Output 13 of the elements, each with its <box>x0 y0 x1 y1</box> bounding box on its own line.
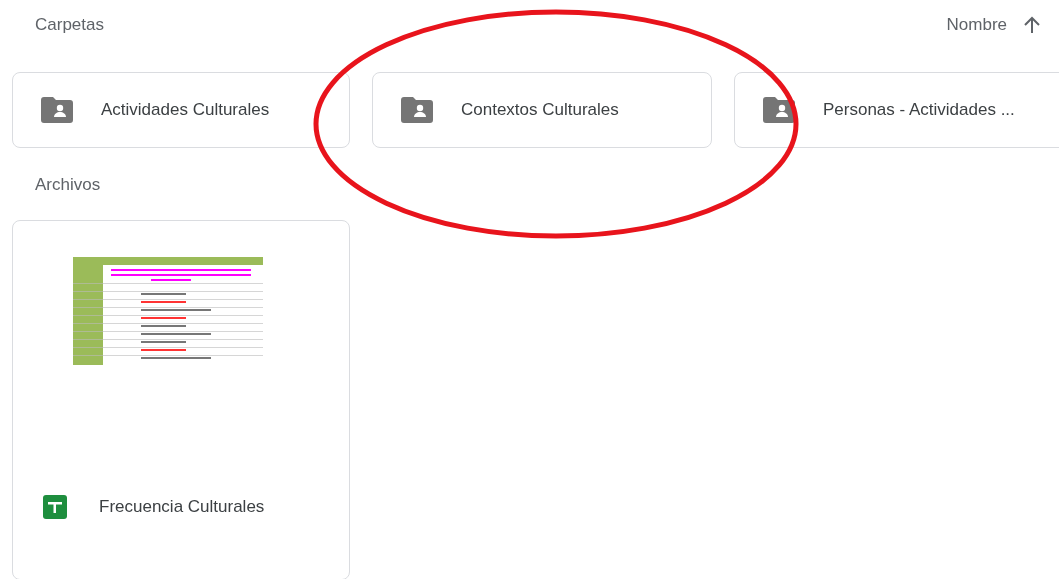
folder-card[interactable]: Actividades Culturales <box>12 72 350 148</box>
section-title: Carpetas <box>35 15 104 35</box>
shared-folder-icon <box>41 97 73 123</box>
spreadsheet-icon <box>43 495 67 519</box>
file-name: Frecuencia Culturales <box>99 497 265 517</box>
folder-name: Personas - Actividades ... <box>823 100 1015 120</box>
folder-card[interactable]: Personas - Actividades ... <box>734 72 1059 148</box>
folder-card[interactable]: Contextos Culturales <box>372 72 712 148</box>
folder-name: Actividades Culturales <box>101 100 270 120</box>
shared-folder-icon <box>401 97 433 123</box>
section-title: Archivos <box>35 175 101 195</box>
sort-button[interactable]: Nombre <box>946 15 1041 35</box>
folder-name: Contextos Culturales <box>461 100 619 120</box>
